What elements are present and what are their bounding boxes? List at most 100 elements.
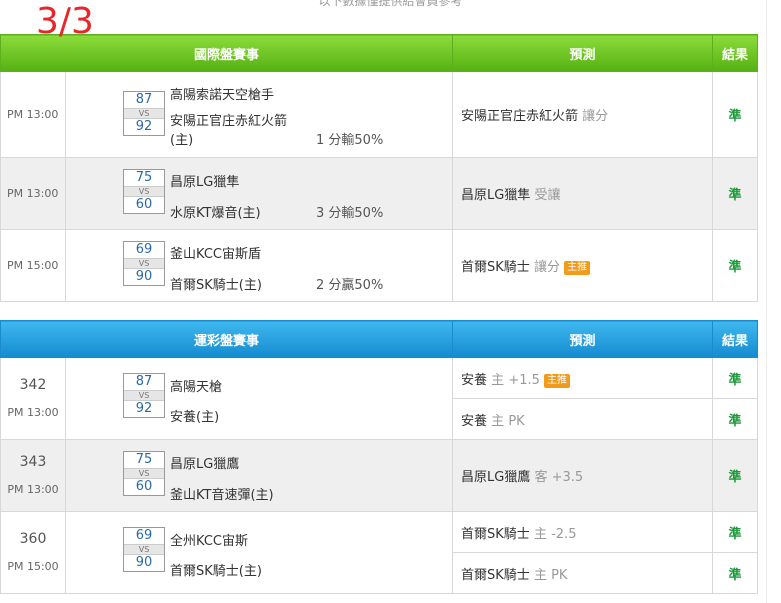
result-badge: 準 [712, 439, 759, 512]
prediction-cell: 安養 主 PK [452, 398, 714, 440]
score-box: 87 VS 92 [123, 91, 165, 136]
prediction-type: 讓分 [582, 109, 609, 124]
table-row[interactable]: PM 13:00 87 VS 92 高陽索諾天空槍手 安陽正官庄赤紅火箭 (主)… [0, 71, 759, 158]
game-number: 360 [19, 531, 47, 547]
header-result: 結果 [712, 320, 759, 358]
game-time: PM 13:00 [0, 71, 66, 158]
match-cell: 87 VS 92 高陽天槍 安養(主) [64, 357, 454, 440]
vs-label: VS [124, 468, 164, 479]
away-score: 69 [135, 528, 153, 543]
home-team: 安養(主) [170, 410, 220, 425]
home-team: 首爾SK騎士(主) [170, 278, 262, 293]
game-number: 343 [19, 454, 47, 470]
home-team: 水原KT爆音(主) [170, 206, 261, 221]
prediction-side: 主 [533, 567, 547, 583]
home-score: 92 [135, 119, 153, 134]
table-header: 運彩盤賽事 預測 結果 [0, 320, 759, 358]
header-prediction: 預測 [452, 34, 714, 72]
home-score: 60 [135, 197, 153, 212]
prediction-line: PK [551, 567, 568, 583]
result-badge: 準 [712, 398, 759, 440]
prediction-side: 主 [491, 372, 505, 388]
score-box: 87 VS 92 [123, 373, 165, 418]
away-score: 75 [135, 170, 153, 185]
result-badge: 準 [712, 71, 759, 158]
prediction-line: -2.5 [551, 526, 577, 542]
game-time: PM 15:00 [0, 229, 66, 302]
prediction-side: 主 [491, 413, 505, 429]
home-score: 90 [135, 269, 153, 284]
score-box: 75 VS 60 [123, 169, 165, 214]
away-score: 87 [135, 92, 153, 107]
away-team: 釜山KCC宙斯盾 [170, 247, 261, 262]
match-cell: 69 VS 90 全州KCC宙斯 首爾SK騎士(主) [64, 511, 454, 594]
table-header: 國際盤賽事 預測 結果 [0, 34, 759, 72]
score-box: 69 VS 90 [123, 241, 165, 286]
prediction-team: 昌原LG獵隼 [461, 188, 531, 203]
prediction-cell: 首爾SK騎士 讓分 主推 [452, 229, 714, 302]
prediction-team: 昌原LG獵鷹 [461, 470, 531, 485]
table-row[interactable]: 360 PM 15:00 69 VS 90 全州KCC宙斯 首爾SK騎士(主) … [0, 511, 759, 594]
international-handicap-table: 國際盤賽事 預測 結果 PM 13:00 87 VS 92 高陽索諾天空槍手 安… [0, 34, 759, 302]
game-time: PM 15:00 [7, 560, 59, 573]
featured-pick-badge: 主推 [544, 373, 571, 388]
handicap-result: 2 分贏50% [316, 278, 384, 293]
sports-lottery-table: 運彩盤賽事 預測 結果 342 PM 13:00 87 VS 92 高陽天槍 安… [0, 320, 759, 594]
home-marker: (主) [170, 133, 194, 148]
prediction-team: 安養 [461, 413, 488, 429]
prediction-line: PK [508, 413, 525, 429]
table-row[interactable]: PM 13:00 75 VS 60 昌原LG獵隼 水原KT爆音(主) 3 分輸5… [0, 157, 759, 230]
score-box: 75 VS 60 [123, 451, 165, 496]
header-prediction: 預測 [452, 320, 714, 358]
scrollbar[interactable] [766, 0, 781, 603]
home-team: 安陽正官庄赤紅火箭 [170, 114, 288, 129]
prediction-team: 首爾SK騎士 [461, 260, 530, 275]
prediction-team: 首爾SK騎士 [461, 526, 530, 542]
handicap-result: 3 分輸50% [316, 206, 384, 221]
away-score: 75 [135, 452, 153, 467]
prediction-type: 讓分 [533, 260, 560, 275]
away-team: 高陽索諾天空槍手 [170, 88, 275, 103]
table-row[interactable]: PM 15:00 69 VS 90 釜山KCC宙斯盾 首爾SK騎士(主) 2 分… [0, 229, 759, 302]
result-badge: 準 [712, 357, 759, 399]
score-box: 69 VS 90 [123, 527, 165, 572]
prediction-cell: 昌原LG獵鷹 客 +3.5 [452, 439, 714, 512]
home-score: 92 [135, 401, 153, 416]
vs-label: VS [124, 108, 164, 119]
result-badge: 準 [712, 229, 759, 302]
header-result: 結果 [712, 34, 759, 72]
away-score: 69 [135, 242, 153, 257]
prediction-line: +1.5 [508, 372, 540, 388]
vs-label: VS [124, 186, 164, 197]
away-team: 昌原LG獵鷹 [170, 457, 240, 472]
vs-label: VS [124, 544, 164, 555]
match-cell: 75 VS 60 昌原LG獵鷹 釜山KT音速彈(主) [64, 439, 454, 512]
match-cell: 69 VS 90 釜山KCC宙斯盾 首爾SK騎士(主) 2 分贏50% [64, 229, 454, 302]
game-time: PM 13:00 [7, 483, 59, 496]
prediction-cell: 首爾SK騎士 主 PK [452, 552, 714, 594]
prediction-side: 客 [534, 470, 548, 485]
game-number-time: 342 PM 13:00 [0, 357, 66, 440]
header-event: 運彩盤賽事 [0, 320, 454, 358]
cut-off-header-text: 以下數據僅提供給會員參考 [318, 0, 463, 8]
game-number-time: 343 PM 13:00 [0, 439, 66, 512]
prediction-cell: 安養 主 +1.5 主推 [452, 357, 714, 399]
home-team: 釜山KT音速彈(主) [170, 488, 274, 503]
vs-label: VS [124, 390, 164, 401]
table-row[interactable]: 343 PM 13:00 75 VS 60 昌原LG獵鷹 釜山KT音速彈(主) … [0, 439, 759, 512]
prediction-cell: 首爾SK騎士 主 -2.5 [452, 511, 714, 553]
handicap-result: 1 分輸50% [316, 133, 384, 148]
result-badge: 準 [712, 552, 759, 594]
featured-pick-badge: 主推 [564, 261, 591, 275]
away-team: 高陽天槍 [170, 380, 223, 395]
page-indicator: 3/3 [36, 1, 94, 42]
result-badge: 準 [712, 511, 759, 553]
prediction-type: 受讓 [534, 188, 561, 203]
prediction-team: 首爾SK騎士 [461, 567, 530, 583]
table-row[interactable]: 342 PM 13:00 87 VS 92 高陽天槍 安養(主) 安養 主 +1… [0, 357, 759, 440]
match-cell: 75 VS 60 昌原LG獵隼 水原KT爆音(主) 3 分輸50% [64, 157, 454, 230]
prediction-team: 安養 [461, 372, 488, 388]
match-cell: 87 VS 92 高陽索諾天空槍手 安陽正官庄赤紅火箭 (主) 1 分輸50% [64, 71, 454, 158]
away-team: 昌原LG獵隼 [170, 175, 240, 190]
prediction-team: 安陽正官庄赤紅火箭 [461, 109, 579, 124]
